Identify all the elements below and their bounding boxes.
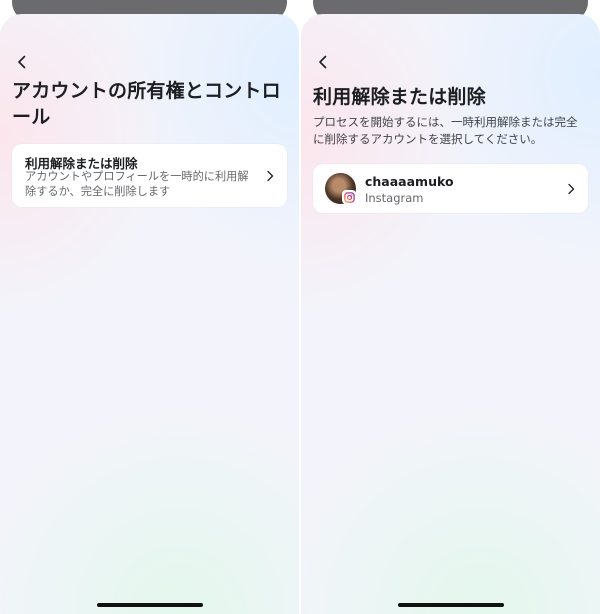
page-title: 利用解除または削除 [313,86,486,108]
back-button[interactable] [12,52,32,72]
option-description: アカウントやプロフィールを一時的に利用解除するか、完全に削除します [25,170,249,198]
account-username: chaaaamuko [365,174,454,189]
back-button[interactable] [313,52,333,72]
sheet: 利用解除または削除 プロセスを開始するには、一時利用解除または完全に削除するアカ… [301,14,600,614]
instagram-icon [342,190,356,204]
instructions-text: プロセスを開始するには、一時利用解除または完全に削除するアカウントを選択してくだ… [313,115,578,146]
home-indicator [96,603,203,607]
chevron-left-icon [319,55,327,69]
account-platform: Instagram [365,191,424,205]
account-row[interactable]: chaaaamuko Instagram [313,164,588,213]
home-indicator [397,603,504,607]
screen-deactivate-delete: 利用解除または削除 プロセスを開始するには、一時利用解除または完全に削除するアカ… [301,0,600,614]
deactivate-delete-option[interactable]: 利用解除または削除 アカウントやプロフィールを一時的に利用解除するか、完全に削除… [12,144,287,207]
screen-ownership-control: アカウントの所有権とコントロール 利用解除または削除 アカウントやプロフィールを… [0,0,299,614]
sheet: アカウントの所有権とコントロール 利用解除または削除 アカウントやプロフィールを… [0,14,299,614]
chevron-right-icon [267,170,274,181]
chevron-left-icon [18,55,26,69]
chevron-right-icon [568,183,575,194]
page-title: アカウントの所有権とコントロール [12,80,281,128]
